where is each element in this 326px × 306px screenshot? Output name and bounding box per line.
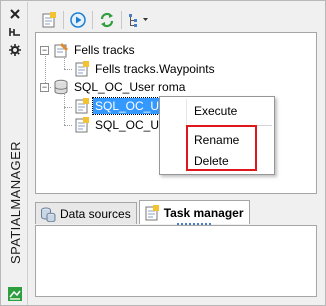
task-manager-icon — [144, 204, 160, 221]
data-sources-icon — [40, 206, 56, 222]
toolbar-separator — [63, 11, 64, 29]
tree-connector — [64, 91, 65, 125]
tree-connector — [64, 69, 72, 70]
task-folder-icon — [53, 42, 69, 58]
task-icon — [74, 98, 90, 114]
run-icon[interactable] — [67, 9, 89, 31]
tree-connector — [64, 107, 72, 108]
settings-icon[interactable] — [7, 42, 23, 58]
menu-item-label: Execute — [194, 104, 238, 118]
tree-connector — [64, 125, 72, 126]
tab-task-manager[interactable]: Task manager — [138, 200, 250, 224]
refresh-icon[interactable] — [96, 9, 118, 31]
details-panel — [35, 225, 317, 297]
collapse-icon[interactable]: − — [40, 45, 49, 55]
new-task-icon[interactable] — [38, 9, 60, 31]
tree-view-icon[interactable] — [125, 9, 153, 31]
tree-item-fells-tracks[interactable]: − Fells tracks — [40, 41, 137, 59]
spatial-manager-palette: SPATIALMANAGER − Fells tracks Fells trac… — [0, 0, 326, 306]
collapse-icon[interactable]: − — [40, 82, 49, 92]
toolbar-separator — [92, 11, 93, 29]
tab-strip: Data sources Task manager — [35, 198, 317, 224]
close-icon[interactable] — [7, 6, 23, 22]
database-icon — [53, 79, 69, 95]
tab-label: Data sources — [60, 206, 131, 221]
tab-label: Task manager — [163, 205, 244, 220]
pin-icon[interactable] — [7, 24, 23, 40]
tree-item-fells-tracks-waypoints[interactable]: Fells tracks.Waypoints — [74, 60, 217, 78]
tab-data-sources[interactable]: Data sources — [35, 202, 137, 224]
task-icon — [74, 117, 90, 133]
tree-item-label: Fells tracks.Waypoints — [95, 62, 215, 76]
task-icon — [74, 61, 90, 77]
toolbar — [35, 7, 317, 33]
palette-title: SPATIALMANAGER — [7, 140, 23, 264]
palette-title-bar: SPATIALMANAGER — [2, 2, 28, 305]
spatial-manager-logo-icon — [7, 286, 23, 302]
tree-item-sql-oc-user-roma[interactable]: − SQL_OC_User roma — [40, 78, 187, 96]
tree-item-label: Fells tracks — [74, 43, 135, 57]
tree-item-label: SQL_OC_User roma — [74, 80, 186, 94]
highlight-box — [186, 125, 257, 171]
menu-item-execute[interactable]: Execute — [160, 101, 274, 121]
toolbar-separator — [121, 11, 122, 29]
